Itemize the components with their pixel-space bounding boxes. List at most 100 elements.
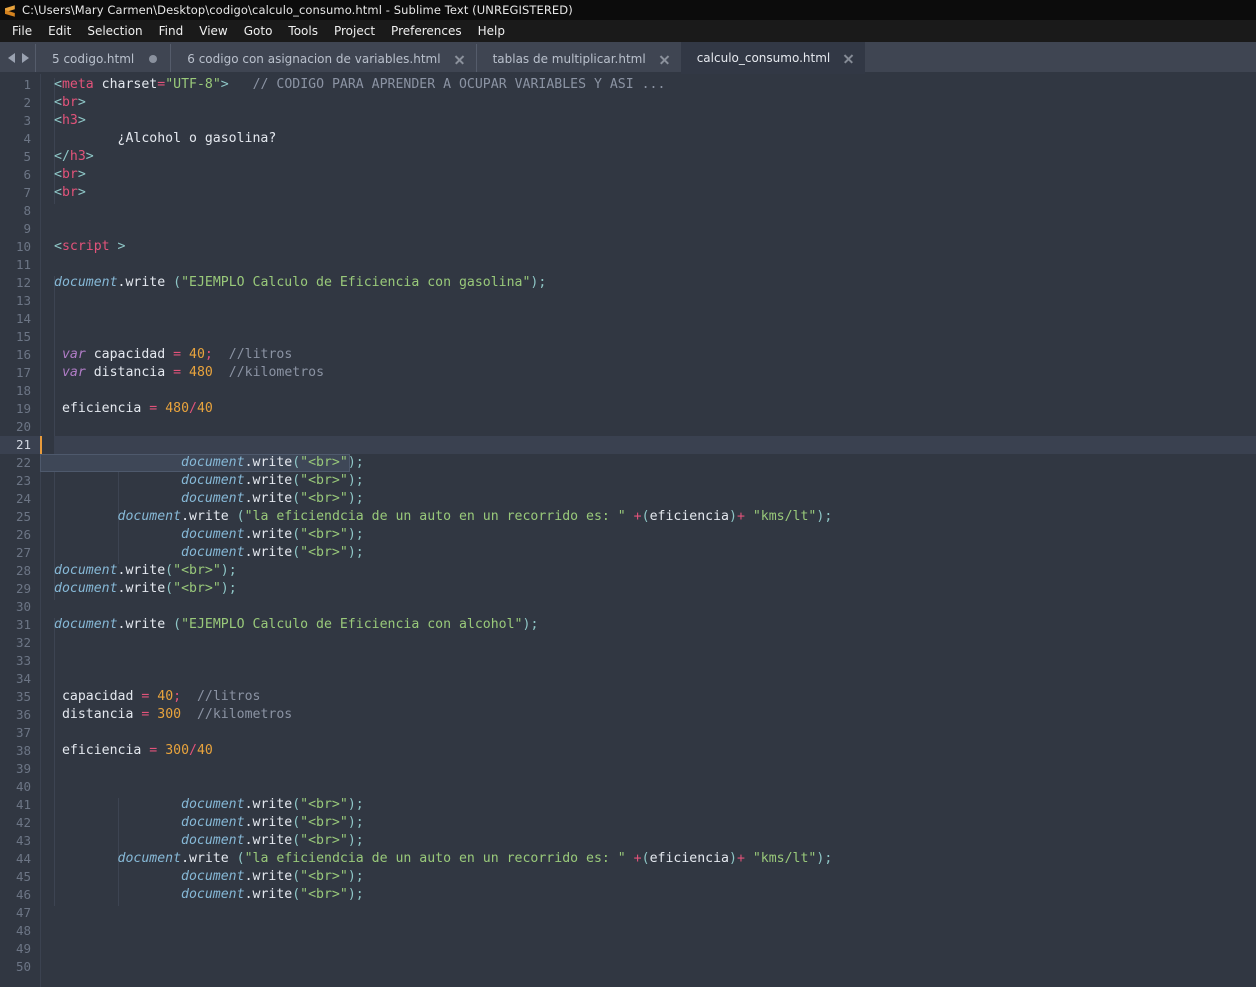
code-token: .write [244,869,293,884]
code-editor[interactable]: 1 2 3 4 5 6 7 8 9 10 11 12 13 14 15 16 17 18 19 20 21 22 23 24 2… [0,74,1256,987]
line-number: 24 [15,491,31,506]
code-line[interactable] [54,670,1256,688]
code-line[interactable]: capacidad = 40; //litros [54,688,1256,706]
code-line[interactable]: document.write("<br>"); [54,832,1256,850]
menu-item-edit[interactable]: Edit [40,22,79,40]
menu-item-help[interactable]: Help [470,22,513,40]
code-token: ; [538,275,547,290]
code-line[interactable]: document.write ("EJEMPLO Calculo de Efic… [54,616,1256,634]
code-token: ( [292,833,301,848]
code-line[interactable] [54,310,1256,328]
code-line[interactable] [54,922,1256,940]
code-line[interactable] [54,382,1256,400]
tab-close-icon[interactable] [453,53,466,66]
code-line[interactable] [54,760,1256,778]
editor-tab[interactable]: calculo_consumo.html [680,42,866,74]
code-line[interactable] [54,724,1256,742]
code-token: > [77,95,86,110]
code-token: ; [355,455,364,470]
code-line[interactable] [54,256,1256,274]
code-line[interactable]: var distancia = 480 //kilometros [54,364,1256,382]
code-line[interactable] [54,652,1256,670]
menu-item-preferences[interactable]: Preferences [383,22,470,40]
code-token: //litros [196,689,261,704]
line-number: 22 [15,455,31,470]
code-token: ; [824,509,833,524]
code-line[interactable]: document.write("<br>"); [54,472,1256,490]
chevron-left-icon[interactable] [8,53,15,63]
code-token: ( [165,563,174,578]
code-line[interactable] [54,904,1256,922]
code-line[interactable] [54,328,1256,346]
code-line[interactable]: document.write("<br>"); [54,490,1256,508]
code-line[interactable]: <script > [54,238,1256,256]
menu-item-find[interactable]: Find [151,22,192,40]
code-line[interactable]: document.write ("EJEMPLO Calculo de Efic… [54,274,1256,292]
code-token: eficiencia [649,851,729,866]
menu-item-view[interactable]: View [191,22,235,40]
chevron-right-icon[interactable] [22,53,29,63]
code-token: ; [228,581,237,596]
code-line[interactable]: </h3> [54,148,1256,166]
menu-item-file[interactable]: File [4,22,40,40]
tab-close-icon[interactable] [658,53,671,66]
code-line[interactable]: document.write("<br>"); [54,886,1256,904]
code-token: "kms/lt" [752,851,817,866]
code-line[interactable] [54,778,1256,796]
menu-item-project[interactable]: Project [326,22,383,40]
code-token: "<br>" [300,887,348,902]
code-token: ( [292,491,301,506]
code-line[interactable] [54,418,1256,436]
menu-item-selection[interactable]: Selection [79,22,150,40]
code-line[interactable]: <br> [54,166,1256,184]
code-line[interactable] [54,940,1256,958]
code-line[interactable]: ¿Alcohol o gasolina? [54,130,1256,148]
code-line[interactable]: eficiencia = 480/40 [54,400,1256,418]
code-token: "UTF-8" [165,77,221,92]
code-token: ) [347,887,356,902]
code-line[interactable]: document.write("<br>"); [54,814,1256,832]
editor-tab[interactable]: tablas de multiplicar.html [475,44,681,74]
code-token: ) [347,545,356,560]
code-line[interactable]: document.write("<br>"); [54,526,1256,544]
code-line[interactable]: document.write("<br>"); [54,580,1256,598]
code-line[interactable]: <h3> [54,112,1256,130]
code-area[interactable]: <meta charset="UTF-8"> // CODIGO PARA AP… [40,74,1256,987]
code-line[interactable]: document.write("<br>"); [54,868,1256,886]
code-line[interactable]: distancia = 300 //kilometros [54,706,1256,724]
tab-close-icon[interactable] [842,52,855,65]
code-line[interactable]: document.write("<br>"); [54,796,1256,814]
code-line[interactable]: <meta charset="UTF-8"> // CODIGO PARA AP… [54,76,1256,94]
code-token: //kilometros [228,365,325,380]
code-token: "<br>" [300,491,348,506]
code-line[interactable]: var capacidad = 40; //litros [54,346,1256,364]
code-line[interactable] [54,220,1256,238]
code-line[interactable]: document.write("<br>"); [54,562,1256,580]
editor-tab[interactable]: 5 codigo.html [35,44,171,74]
code-line[interactable] [54,958,1256,976]
code-line[interactable]: document.write("<br>"); [54,544,1256,562]
code-line[interactable] [54,202,1256,220]
code-line[interactable]: <br> [54,184,1256,202]
line-number: 28 [15,563,31,578]
tab-dirty-indicator-icon[interactable] [149,55,158,63]
line-number: 10 [15,239,31,254]
code-token: ( [641,509,650,524]
code-line[interactable]: eficiencia = 300/40 [54,742,1256,760]
code-line[interactable] [54,292,1256,310]
code-line[interactable]: document.write ("la eficiendcia de un au… [54,508,1256,526]
code-line[interactable] [54,598,1256,616]
editor-tab[interactable]: 6 codigo con asignacion de variables.htm… [170,44,476,74]
code-line[interactable]: <br> [54,94,1256,112]
code-line[interactable]: document.write ("la eficiendcia de un au… [54,850,1256,868]
line-number: 13 [15,293,31,308]
menu-item-tools[interactable]: Tools [280,22,326,40]
line-number: 29 [15,581,31,596]
line-number: 18 [15,383,31,398]
code-line[interactable] [54,436,1256,454]
code-line[interactable] [54,634,1256,652]
menu-item-goto[interactable]: Goto [236,22,281,40]
code-line[interactable]: document.write("<br>"); [54,454,1256,472]
